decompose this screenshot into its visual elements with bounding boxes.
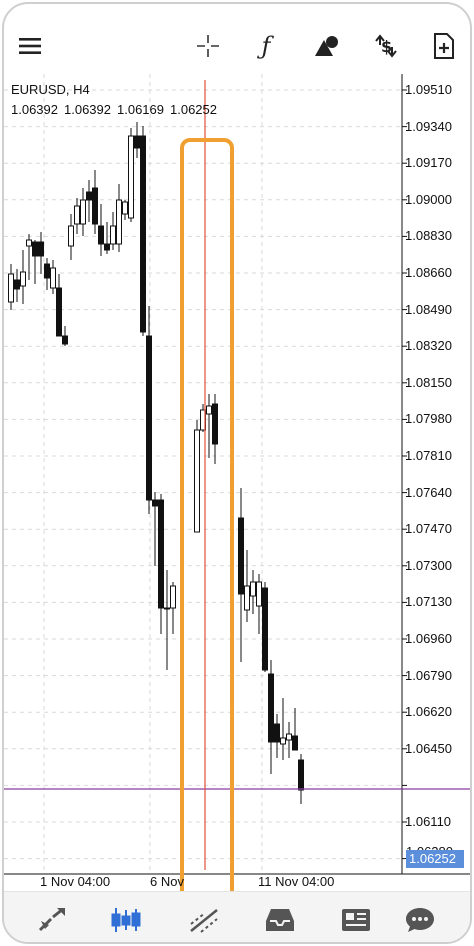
candle-body bbox=[250, 581, 256, 597]
time-label-2: 6 Nov bbox=[150, 874, 184, 889]
ohlc-high: 1.06392 bbox=[64, 102, 111, 117]
newspaper-icon[interactable] bbox=[338, 902, 374, 938]
indicators-glyph: ƒ bbox=[261, 32, 271, 60]
price-chart[interactable]: EURUSD, H4 1.06392 1.06392 1.06169 1.06252 … bbox=[4, 74, 472, 942]
candle-body bbox=[292, 735, 298, 751]
quotes-arrows-icon[interactable] bbox=[34, 902, 70, 938]
candle-body bbox=[20, 271, 26, 287]
time-label-3: 11 Nov 04:00 bbox=[258, 874, 335, 889]
price-label: 1.07980 bbox=[405, 411, 452, 427]
chart-canvas[interactable] bbox=[4, 74, 472, 894]
candle-body bbox=[274, 723, 280, 743]
price-label: 1.07130 bbox=[405, 594, 452, 610]
price-label: 1.07640 bbox=[405, 484, 452, 500]
candle-body bbox=[298, 759, 304, 791]
price-label: 1.09340 bbox=[405, 118, 452, 134]
function-icon[interactable]: ƒ bbox=[248, 28, 284, 64]
price-label: 1.09510 bbox=[405, 82, 452, 97]
candle-body bbox=[116, 199, 122, 245]
price-label: 1.09170 bbox=[405, 155, 452, 171]
candle-body bbox=[74, 205, 80, 225]
crosshair-icon[interactable] bbox=[190, 28, 226, 64]
candle-body bbox=[256, 581, 262, 607]
candle-body bbox=[164, 607, 170, 610]
time-label-1: 1 Nov 04:00 bbox=[40, 874, 111, 889]
candle-body bbox=[80, 199, 86, 225]
price-label: 1.08150 bbox=[405, 374, 452, 390]
candle-body bbox=[238, 517, 244, 595]
candle-body bbox=[122, 201, 128, 215]
price-label: 1.07300 bbox=[405, 557, 452, 573]
price-label: 1.07810 bbox=[405, 448, 452, 463]
candle-body bbox=[244, 585, 250, 611]
top-toolbar: ƒ $ bbox=[4, 4, 470, 84]
candle-body bbox=[140, 135, 146, 333]
candle-body bbox=[38, 241, 44, 257]
candle-body bbox=[68, 225, 74, 247]
candle-body bbox=[44, 263, 50, 279]
candle-body bbox=[86, 191, 92, 201]
candle-body bbox=[92, 187, 98, 225]
candle-body bbox=[110, 225, 116, 245]
candle-body bbox=[206, 405, 212, 415]
bottom-navigation bbox=[4, 891, 470, 942]
candle-body bbox=[128, 135, 134, 219]
price-label: 1.06620 bbox=[405, 704, 452, 720]
candle-body bbox=[286, 733, 292, 741]
price-label: 1.06960 bbox=[405, 631, 452, 646]
ohlc-low: 1.06169 bbox=[117, 102, 164, 117]
candle-body bbox=[32, 241, 38, 257]
candle-body bbox=[194, 429, 200, 533]
candle-body bbox=[98, 225, 104, 245]
price-label: 1.06110 bbox=[405, 814, 452, 829]
shapes-icon[interactable] bbox=[308, 28, 344, 64]
price-label: 1.06790 bbox=[405, 667, 452, 683]
price-label: 1.08490 bbox=[405, 301, 452, 317]
candle-body bbox=[62, 335, 68, 345]
candle-body bbox=[280, 737, 286, 745]
app-frame: ƒ $ EURUSD, H4 1.06392 1.06392 1.06169 1.06… bbox=[2, 2, 472, 944]
chat-bubble-icon[interactable] bbox=[402, 902, 438, 938]
price-label: 1.08660 bbox=[405, 265, 452, 280]
candle-body bbox=[158, 499, 164, 609]
current-price-tag: 1.06252 bbox=[406, 850, 464, 868]
candle-body bbox=[56, 287, 62, 337]
candle-body bbox=[152, 499, 158, 507]
candle-body bbox=[146, 335, 152, 501]
price-label: 1.08830 bbox=[405, 228, 452, 244]
currency-swap-icon[interactable]: $ bbox=[368, 28, 404, 64]
new-order-icon[interactable] bbox=[426, 28, 462, 64]
price-label: 1.06450 bbox=[405, 740, 452, 756]
price-label: 1.08320 bbox=[405, 338, 452, 354]
candle-body bbox=[212, 403, 218, 445]
inbox-tray-icon[interactable] bbox=[262, 902, 298, 938]
candle-body bbox=[134, 135, 140, 149]
candle-body bbox=[50, 267, 56, 289]
hamburger-menu-icon[interactable] bbox=[12, 28, 48, 64]
trend-line-icon[interactable] bbox=[186, 902, 222, 938]
price-label: 1.09000 bbox=[405, 191, 452, 207]
candle-body bbox=[26, 239, 32, 247]
candle-body bbox=[262, 587, 268, 671]
chart-symbol: EURUSD, H4 bbox=[11, 82, 90, 97]
candlestick-icon[interactable] bbox=[108, 902, 144, 938]
price-label: 1.07470 bbox=[405, 521, 452, 537]
candle-body bbox=[268, 673, 274, 743]
ohlc-close: 1.06252 bbox=[170, 102, 217, 117]
candle-body bbox=[104, 243, 110, 251]
ohlc-values: 1.06392 1.06392 1.06169 1.06252 bbox=[11, 102, 223, 117]
candle-body bbox=[14, 279, 20, 290]
candle-body bbox=[170, 585, 176, 609]
ohlc-open: 1.06392 bbox=[11, 102, 58, 117]
candle-body bbox=[8, 273, 14, 303]
